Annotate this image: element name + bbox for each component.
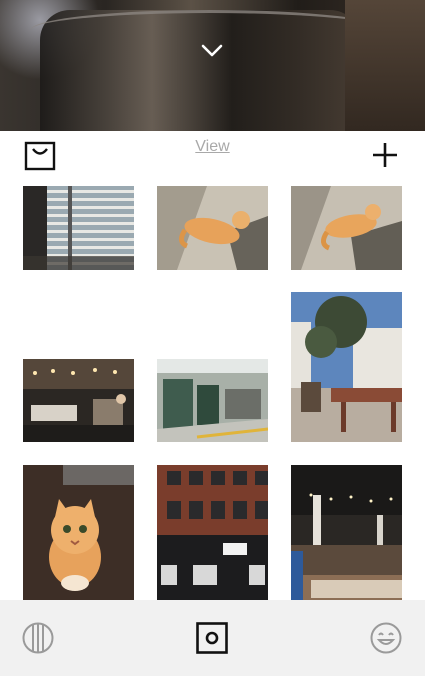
photo-thumbnail[interactable] (291, 186, 402, 270)
plus-icon[interactable] (372, 142, 398, 168)
photo-thumbnail[interactable] (291, 292, 402, 442)
view-link[interactable]: View (0, 138, 425, 156)
photo-thumbnail[interactable] (23, 359, 134, 442)
grid-lines-icon[interactable] (22, 622, 54, 654)
camera-preview (0, 0, 425, 131)
photo-thumbnail[interactable] (157, 186, 268, 270)
photo-thumbnail[interactable] (291, 465, 402, 600)
photo-thumbnail[interactable] (157, 359, 268, 442)
bottom-tab-bar (0, 600, 425, 676)
photo-thumbnail[interactable] (23, 186, 134, 270)
smiley-icon[interactable] (370, 622, 402, 654)
photo-thumbnail[interactable] (23, 465, 134, 600)
photo-thumbnail[interactable] (157, 465, 268, 600)
toolbar: View (0, 131, 425, 181)
camera-icon[interactable] (196, 622, 228, 654)
chevron-down-icon[interactable] (198, 36, 226, 64)
